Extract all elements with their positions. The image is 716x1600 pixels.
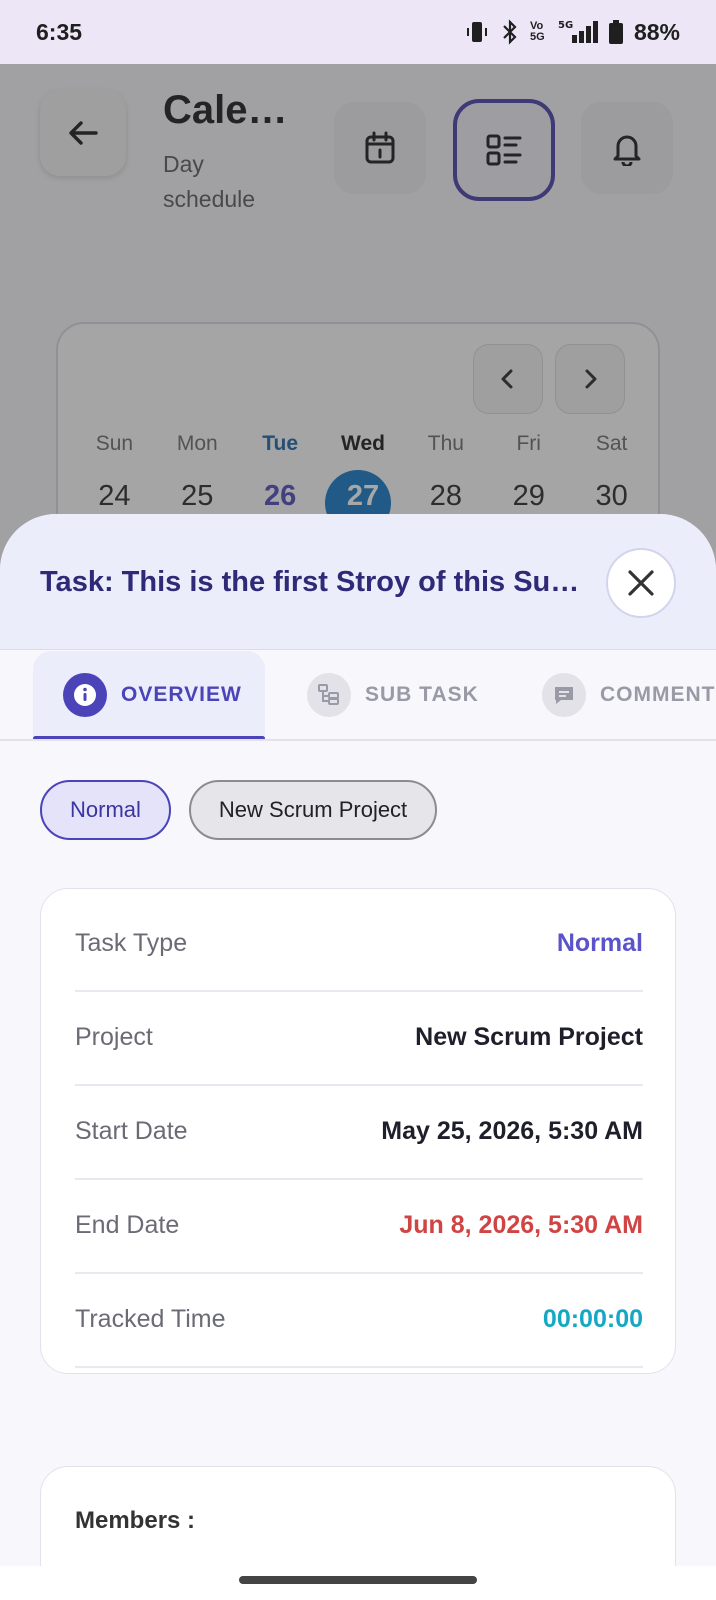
detail-value: Jun 8, 2026, 5:30 AM [399, 1211, 643, 1239]
status-icons: Vo 5G 5G 88% [464, 19, 680, 46]
tab-sub-task[interactable]: SUB TASK [307, 651, 479, 739]
svg-text:5G: 5G [558, 20, 573, 31]
tab-overview[interactable]: OVERVIEW [33, 651, 265, 739]
status-bar: 6:35 Vo 5G 5G 88% [0, 0, 716, 64]
detail-label: Tracked Time [75, 1305, 226, 1333]
close-icon [628, 570, 654, 596]
signal-icon: 5G [558, 19, 598, 45]
task-type-chip[interactable]: Normal [40, 780, 171, 840]
comment-icon [542, 673, 586, 717]
detail-row-start-date: Start Date May 25, 2026, 5:30 AM [75, 1085, 643, 1180]
info-icon [63, 673, 107, 717]
volte-icon: Vo 5G [529, 20, 545, 43]
members-label: Members : [75, 1507, 196, 1534]
tab-label: OVERVIEW [121, 683, 242, 706]
detail-row-task-type: Task Type Normal [75, 897, 643, 992]
vibrate-icon [464, 19, 490, 45]
detail-value: Normal [556, 929, 643, 957]
detail-label: Start Date [75, 1117, 188, 1145]
detail-value: 00:00:00 [542, 1305, 643, 1333]
detail-value: New Scrum Project [415, 1023, 643, 1051]
members-card: Members : [40, 1466, 676, 1566]
detail-row-end-date: End Date Jun 8, 2026, 5:30 AM [75, 1179, 643, 1274]
tab-label: SUB TASK [365, 683, 479, 706]
bluetooth-icon [500, 19, 520, 45]
tab-comments[interactable]: COMMENTS [542, 651, 716, 739]
system-nav-bar [0, 1566, 716, 1600]
task-detail-sheet: Task: This is the first Stroy of this Su… [0, 514, 716, 1566]
project-chip[interactable]: New Scrum Project [188, 780, 438, 840]
detail-row-project: Project New Scrum Project [75, 991, 643, 1086]
detail-value: May 25, 2026, 5:30 AM [381, 1117, 643, 1145]
details-card: Task Type Normal Project New Scrum Proje… [40, 888, 676, 1374]
battery-percent: 88% [633, 18, 680, 45]
close-button[interactable] [606, 548, 676, 618]
detail-label: Project [75, 1023, 153, 1051]
detail-label: End Date [75, 1211, 180, 1239]
detail-label: Task Type [75, 929, 188, 957]
home-gesture-handle[interactable] [239, 1576, 477, 1584]
status-time: 6:35 [36, 18, 83, 45]
subtask-icon [307, 673, 351, 717]
sheet-header: Task: This is the first Stroy of this Su… [0, 514, 716, 650]
tab-bar: OVERVIEW SUB TASK COMMENTS [0, 651, 716, 741]
battery-icon [608, 19, 624, 45]
task-title: Task: This is the first Stroy of this Su… [40, 566, 580, 598]
tag-chips: Normal New Scrum Project [40, 780, 438, 840]
detail-row-tracked-time: Tracked Time 00:00:00 [75, 1273, 643, 1368]
tab-label: COMMENTS [600, 683, 716, 706]
